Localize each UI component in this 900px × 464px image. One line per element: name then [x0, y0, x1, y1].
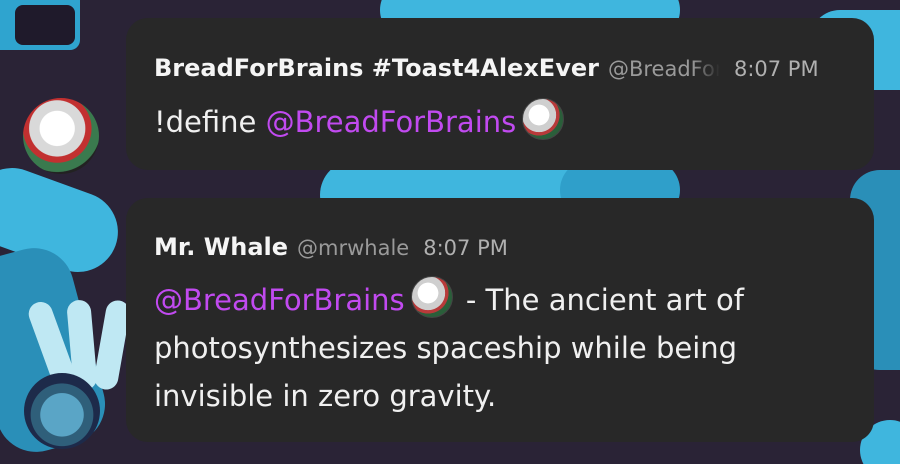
- message-header: BreadForBrains #Toast4AlexEver @BreadFor…: [154, 54, 819, 82]
- avatar-whale[interactable]: [24, 373, 100, 449]
- author-handle: @mrwhale: [297, 236, 410, 260]
- text-prefix: !define: [154, 105, 266, 139]
- mention-avatar-icon: [410, 276, 453, 318]
- user-mention[interactable]: @BreadForBrains: [154, 283, 405, 317]
- author-name[interactable]: BreadForBrains #Toast4AlexEver: [154, 54, 599, 82]
- timestamp: 8:07 PM: [423, 236, 508, 260]
- author-name[interactable]: Mr. Whale: [154, 233, 288, 261]
- message-text: @BreadForBrains - The ancient art of pho…: [154, 276, 844, 420]
- timestamp: 8:07 PM: [733, 57, 819, 81]
- mention-avatar-icon: [522, 98, 565, 140]
- author-handle: @BreadForBrains: [607, 57, 720, 81]
- message-text: !define @BreadForBrains: [154, 98, 568, 146]
- avatar-bread[interactable]: [23, 98, 99, 174]
- message-bubble-2: Mr. Whale @mrwhale 8:07 PM @BreadForBrai…: [126, 198, 874, 442]
- user-mention[interactable]: @BreadForBrains: [266, 105, 517, 139]
- message-header: Mr. Whale @mrwhale 8:07 PM: [154, 233, 508, 261]
- message-bubble-1: BreadForBrains #Toast4AlexEver @BreadFor…: [126, 18, 874, 170]
